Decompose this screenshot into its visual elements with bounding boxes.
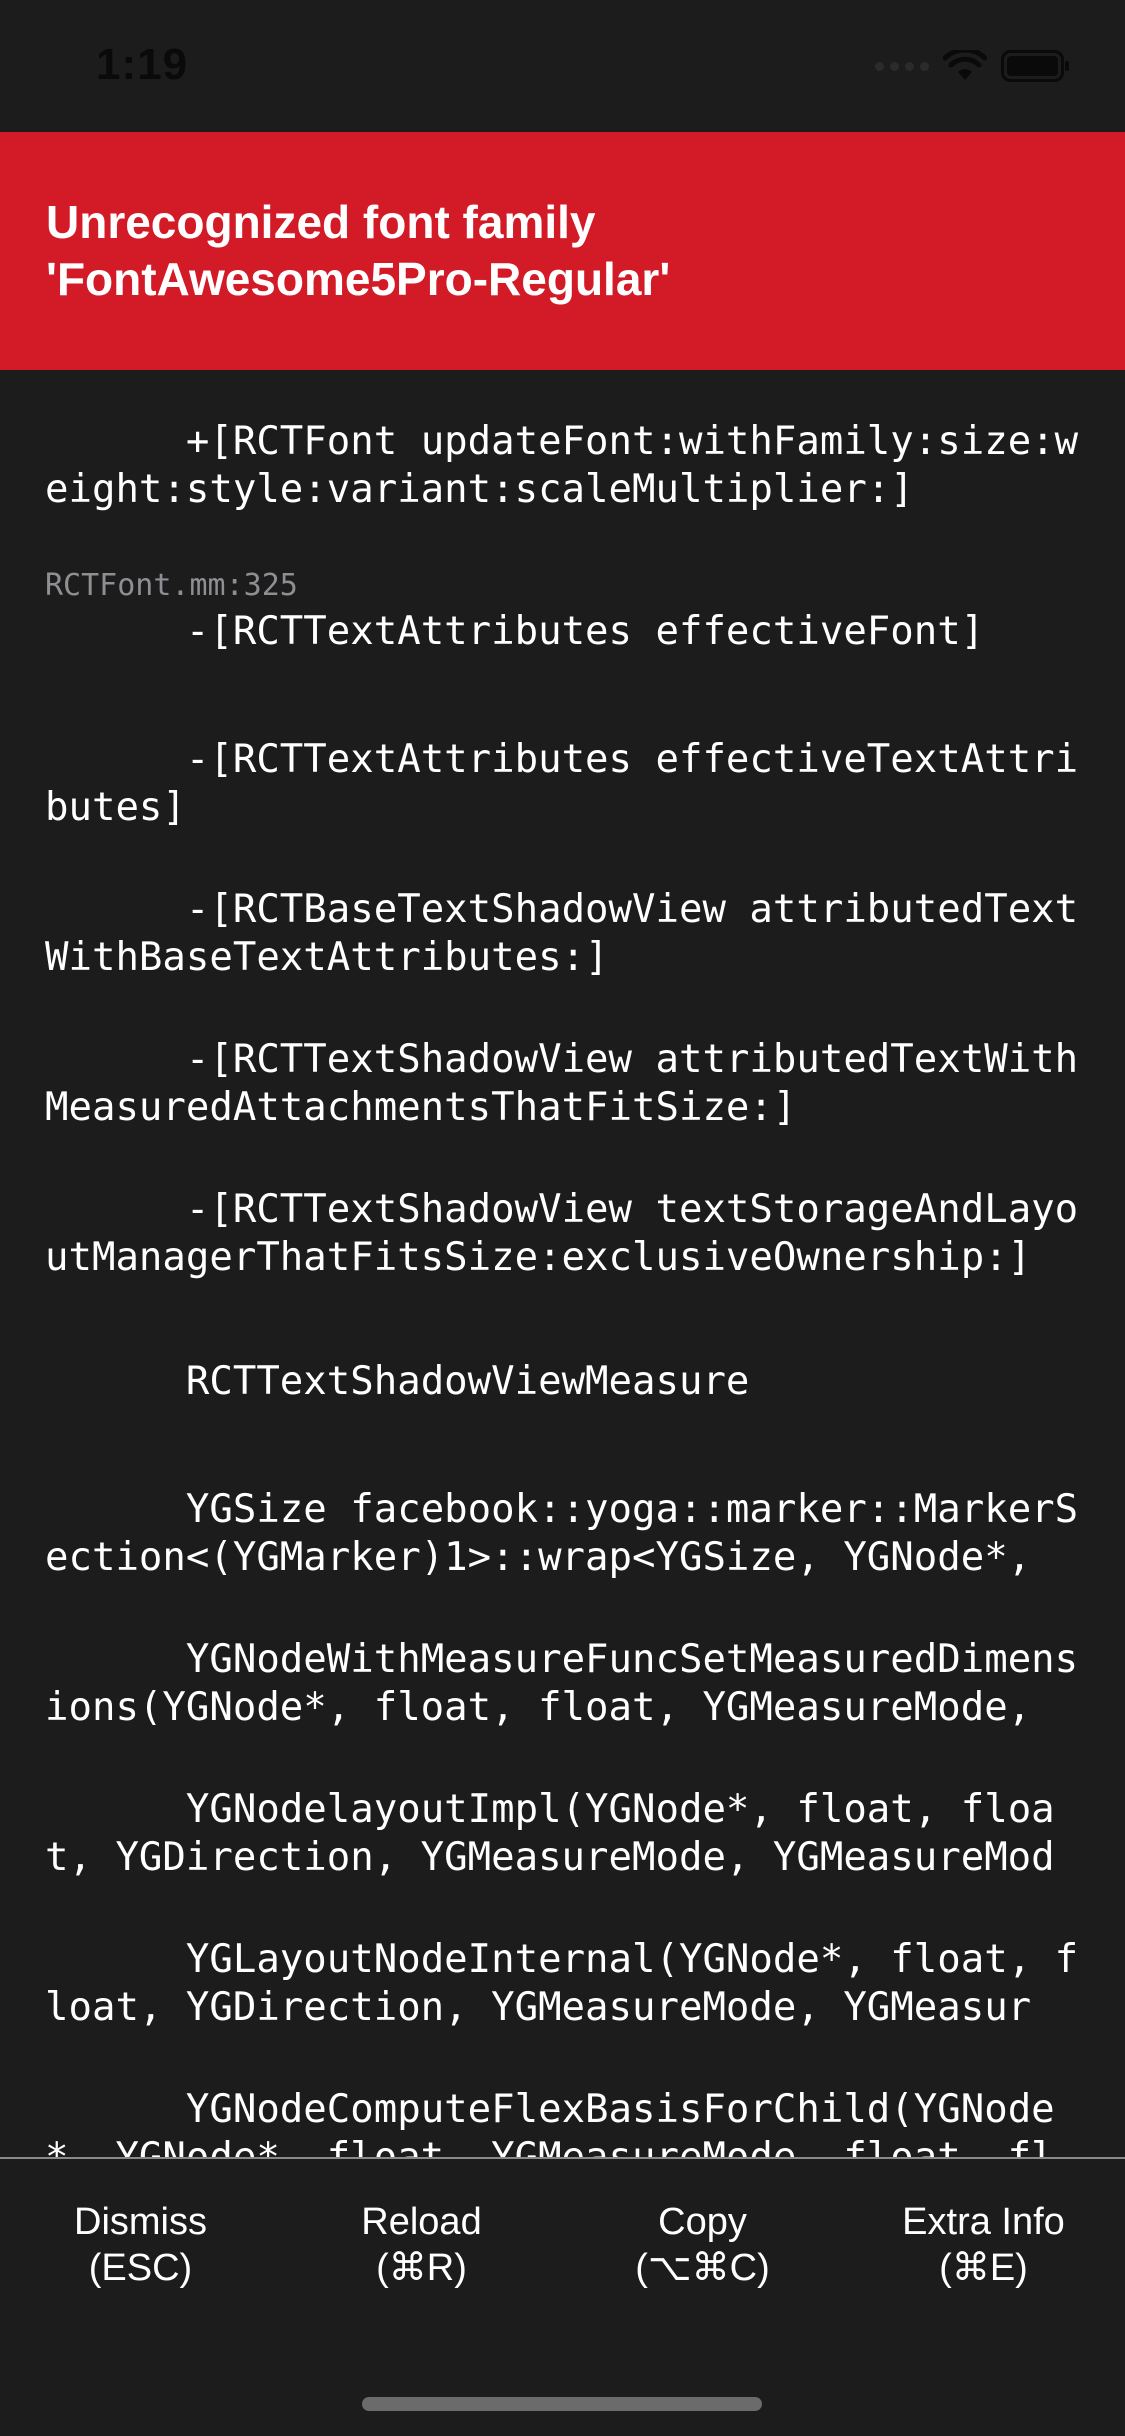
copy-button-shortcut: (⌥⌘C) <box>635 2247 770 2289</box>
status-bar: 1:19 <box>0 0 1125 132</box>
copy-button[interactable]: Copy (⌥⌘C) <box>562 2199 843 2291</box>
stack-frame-method: -[RCTTextShadowView textStorageAndLayout… <box>45 1187 1079 1280</box>
dismiss-button-shortcut: (ESC) <box>88 2247 193 2289</box>
redbox-toolbar: Dismiss (ESC) Reload (⌘R) Copy (⌥⌘C) Ext… <box>0 2157 1125 2436</box>
stack-frame-method: -[RCTTextShadowView attributedTextWithMe… <box>45 1037 1079 1130</box>
stack-frame[interactable]: YGNodeComputeFlexBasisForChild(YGNode*, … <box>45 2038 1085 2157</box>
stack-frame-method: +[RCTFont updateFont:withFamily:size:wei… <box>45 419 1079 512</box>
reload-button[interactable]: Reload (⌘R) <box>281 2199 562 2291</box>
stack-frame-method: YGNodeComputeFlexBasisForChild(YGNode*, … <box>45 2087 1055 2157</box>
status-icons <box>875 50 1071 82</box>
home-indicator[interactable] <box>362 2397 762 2411</box>
stack-frame-method: YGNodelayoutImpl(YGNode*, float, float, … <box>45 1787 1055 1880</box>
stack-frame-method: -[RCTTextAttributes effectiveTextAttribu… <box>45 737 1079 830</box>
extra-info-button-shortcut: (⌘E) <box>939 2247 1028 2289</box>
status-time: 1:19 <box>96 40 189 89</box>
cellular-signal-icon <box>875 61 929 71</box>
stack-frame-method: -[RCTTextAttributes effectiveFont] <box>185 609 985 654</box>
extra-info-button[interactable]: Extra Info (⌘E) <box>843 2199 1124 2291</box>
wifi-icon <box>943 50 987 80</box>
battery-icon <box>1001 50 1069 82</box>
dismiss-button[interactable]: Dismiss (ESC) <box>0 2199 281 2291</box>
redbox-error-screen: 1:19 Unrecognized font family 'FontAweso… <box>0 0 1125 2436</box>
reload-button-label: Reload <box>361 2201 482 2243</box>
stack-frame-method: YGSize facebook::yoga::marker::MarkerSec… <box>45 1487 1079 1580</box>
dismiss-button-label: Dismiss <box>74 2201 207 2243</box>
stack-frame-method: RCTTextShadowViewMeasure <box>185 1359 750 1404</box>
stack-frame[interactable]: RCTTextShadowViewMeasure <box>45 1310 1085 1454</box>
stack-frame-method: -[RCTBaseTextShadowView attributedTextWi… <box>45 887 1079 980</box>
stack-trace-list[interactable]: +[RCTFont updateFont:withFamily:size:wei… <box>0 370 1125 2157</box>
extra-info-button-label: Extra Info <box>902 2201 1065 2243</box>
stack-frame-method: YGNodeWithMeasureFuncSetMeasuredDimensio… <box>45 1637 1079 1730</box>
reload-button-shortcut: (⌘R) <box>376 2247 467 2289</box>
stack-frame-method: YGLayoutNodeInternal(YGNode*, float, flo… <box>45 1937 1079 2030</box>
stack-frame[interactable]: -[RCTTextAttributes effectiveFont] <box>45 560 1085 704</box>
error-header: Unrecognized font family 'FontAwesome5Pr… <box>0 132 1125 370</box>
copy-button-label: Copy <box>658 2201 747 2243</box>
stack-frame[interactable]: -[RCTTextShadowView textStorageAndLayout… <box>45 1138 1085 1330</box>
error-message: Unrecognized font family 'FontAwesome5Pr… <box>46 196 671 305</box>
